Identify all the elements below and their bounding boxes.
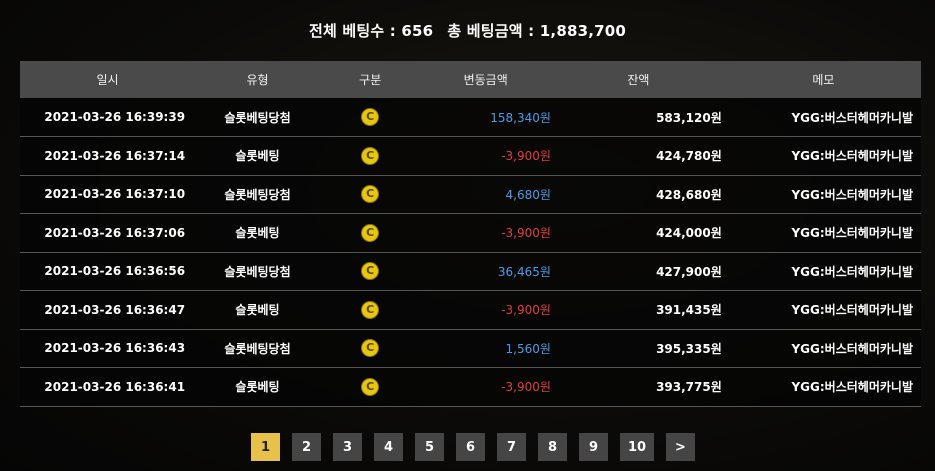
row-type: 슬롯베팅당첨 xyxy=(224,341,291,356)
row-change-amount: -3,900원 xyxy=(501,149,551,164)
row-datetime: 2021-03-26 16:36:56 xyxy=(44,264,186,279)
page-button-1[interactable]: 1 xyxy=(251,433,280,461)
header-datetime: 일시 xyxy=(96,73,119,87)
row-memo: YGG:버스터헤머카니발 xyxy=(791,341,913,356)
table-row: 2021-03-26 16:37:14 슬롯베팅 C -3,900원 424,780원 Y… xyxy=(20,136,921,176)
coin-icon: C xyxy=(361,108,380,126)
row-balance: 395,335원 xyxy=(656,341,722,356)
page-button-4[interactable]: 4 xyxy=(374,433,403,461)
row-type: 슬롯베팅당첨 xyxy=(224,264,291,279)
row-type: 슬롯베팅당첨 xyxy=(224,187,291,202)
row-category: C xyxy=(320,175,420,214)
coin-icon: C xyxy=(361,377,380,396)
row-change-amount: -3,900원 xyxy=(501,226,551,241)
total-bet-count: 전체 베팅수 : 656 xyxy=(308,22,434,40)
header-memo: 메모 xyxy=(812,73,835,87)
row-balance: 424,000원 xyxy=(656,226,722,241)
coin-icon: C xyxy=(361,146,380,165)
row-category: C xyxy=(320,137,420,176)
page-button-3[interactable]: 3 xyxy=(333,433,362,461)
row-change-amount: -3,900원 xyxy=(501,380,551,395)
row-datetime: 2021-03-26 16:36:47 xyxy=(44,302,186,317)
row-category: C xyxy=(320,98,420,137)
row-datetime: 2021-03-26 16:37:06 xyxy=(44,225,186,240)
coin-icon: C xyxy=(361,262,380,281)
row-datetime: 2021-03-26 16:37:10 xyxy=(44,187,186,202)
row-change-amount: 158,340원 xyxy=(490,110,551,125)
coin-icon: C xyxy=(361,339,380,358)
page-button-8[interactable]: 8 xyxy=(538,433,567,461)
next-page-button[interactable]: > xyxy=(666,433,695,461)
bet-summary: 전체 베팅수 : 656 총 베팅금액 : 1,883,700 xyxy=(0,20,935,41)
row-balance: 424,780원 xyxy=(656,149,722,164)
row-change-amount: 36,465원 xyxy=(497,264,551,279)
row-change-amount: 1,560원 xyxy=(505,341,551,356)
row-memo: YGG:버스터헤머카니발 xyxy=(791,264,913,279)
page-button-10[interactable]: 10 xyxy=(620,433,654,461)
page-button-5[interactable]: 5 xyxy=(415,433,444,461)
row-datetime: 2021-03-26 16:39:39 xyxy=(44,110,186,124)
row-type: 슬롯베팅 xyxy=(235,149,280,164)
table-row: 2021-03-26 16:37:06 슬롯베팅 C -3,900원 424,000원 Y… xyxy=(20,213,921,253)
row-balance: 393,775원 xyxy=(656,380,722,395)
row-category: C xyxy=(320,368,420,407)
pagination: 1 2 3 4 5 6 7 8 9 10 > xyxy=(251,433,695,461)
row-type: 슬롯베팅당첨 xyxy=(224,110,291,125)
page-button-7[interactable]: 7 xyxy=(497,433,526,461)
table-row: 2021-03-26 16:36:43 슬롯베팅당첨 C 1,560원 395,335원… xyxy=(20,329,921,368)
row-type: 슬롯베팅 xyxy=(235,303,280,318)
row-category: C xyxy=(320,214,420,253)
page-button-6[interactable]: 6 xyxy=(456,433,485,461)
row-memo: YGG:버스터헤머카니발 xyxy=(791,110,913,125)
row-memo: YGG:버스터헤머카니발 xyxy=(791,149,913,164)
table-row: 2021-03-26 16:36:41 슬롯베팅 C -3,900원 393,775원 Y… xyxy=(20,367,921,407)
row-datetime: 2021-03-26 16:36:43 xyxy=(44,341,186,356)
betting-history-table: 일시 유형 구분 변동금액 잔액 메모 2021-03-26 16:39:39 슬… xyxy=(20,61,921,407)
row-type: 슬롯베팅 xyxy=(235,226,280,241)
header-change-amount: 변동금액 xyxy=(463,73,508,87)
page-button-2[interactable]: 2 xyxy=(292,433,321,461)
coin-icon: C xyxy=(361,300,380,319)
table-row: 2021-03-26 16:37:10 슬롯베팅당첨 C 4,680원 428,680원… xyxy=(20,175,921,214)
table-header-row: 일시 유형 구분 변동금액 잔액 메모 xyxy=(20,61,921,98)
coin-icon: C xyxy=(361,185,380,204)
row-type: 슬롯베팅 xyxy=(235,380,280,395)
row-memo: YGG:버스터헤머카니발 xyxy=(791,187,913,202)
row-change-amount: 4,680원 xyxy=(505,187,551,202)
row-balance: 428,680원 xyxy=(656,187,722,202)
row-balance: 583,120원 xyxy=(656,110,722,125)
table-row: 2021-03-26 16:39:39 슬롯베팅당첨 C 158,340원 583,12… xyxy=(20,98,921,137)
row-memo: YGG:버스터헤머카니발 xyxy=(791,226,913,241)
table-row: 2021-03-26 16:36:56 슬롯베팅당첨 C 36,465원 427,900… xyxy=(20,252,921,291)
row-balance: 427,900원 xyxy=(656,264,722,279)
table-row: 2021-03-26 16:36:47 슬롯베팅 C -3,900원 391,435원 Y… xyxy=(20,290,921,330)
header-balance: 잔액 xyxy=(627,73,650,87)
row-category: C xyxy=(320,329,420,368)
row-datetime: 2021-03-26 16:36:41 xyxy=(44,379,186,394)
row-category: C xyxy=(320,252,420,291)
row-datetime: 2021-03-26 16:37:14 xyxy=(44,148,186,163)
row-memo: YGG:버스터헤머카니발 xyxy=(791,380,913,395)
page-button-9[interactable]: 9 xyxy=(579,433,608,461)
total-bet-amount: 총 베팅금액 : 1,883,700 xyxy=(447,22,627,40)
row-balance: 391,435원 xyxy=(656,303,722,318)
header-category: 구분 xyxy=(359,73,382,87)
row-category: C xyxy=(320,291,420,330)
row-change-amount: -3,900원 xyxy=(501,303,551,318)
coin-icon: C xyxy=(361,223,380,242)
row-memo: YGG:버스터헤머카니발 xyxy=(791,303,913,318)
header-type: 유형 xyxy=(246,73,269,87)
